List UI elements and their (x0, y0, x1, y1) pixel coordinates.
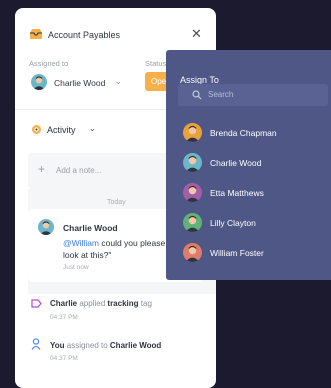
log-entry-tag: Charlie applied tracking tag (50, 299, 152, 308)
assignee-search-input[interactable]: Search (178, 84, 328, 106)
activity-icon (32, 125, 41, 134)
comment-author-avatar (38, 219, 54, 235)
inbox-icon (30, 29, 42, 39)
person-avatar (183, 183, 202, 202)
chevron-down-icon: ⌄ (115, 77, 122, 86)
assignee-avatar (31, 74, 47, 90)
person-name: Brenda Chapman (210, 128, 277, 138)
assigned-label: Assigned to (29, 59, 69, 68)
activity-title: Activity (47, 125, 76, 135)
assignee-option[interactable]: Charlie Wood (166, 149, 331, 179)
person-avatar (183, 213, 202, 232)
search-icon (192, 90, 202, 100)
log-time: 04:37 PM (50, 355, 78, 362)
person-name: Lilly Clayton (210, 218, 256, 228)
assignee-name: Charlie Wood (54, 78, 106, 88)
date-divider: Today (107, 199, 126, 206)
assignee-option[interactable]: Etta Matthews (166, 179, 331, 209)
assign-popover: Assign To Search Brenda Chapman Charlie W… (166, 50, 331, 280)
note-placeholder: Add a note... (56, 166, 102, 175)
person-name: William Foster (210, 248, 264, 258)
assignee-option[interactable]: William Foster (166, 239, 331, 269)
person-name: Charlie Wood (210, 158, 262, 168)
plus-icon: + (38, 162, 46, 176)
tag-icon (31, 299, 42, 308)
person-avatar (183, 243, 202, 262)
chevron-down-icon[interactable]: ⌄ (89, 124, 96, 133)
search-placeholder: Search (208, 90, 234, 99)
person-avatar (183, 123, 202, 142)
close-icon[interactable]: ✕ (191, 27, 202, 40)
comment-author: Charlie Wood (63, 223, 118, 233)
assignee-option[interactable]: Brenda Chapman (166, 119, 331, 149)
status-label: Status (145, 59, 167, 68)
mention-link[interactable]: @William (63, 238, 99, 248)
card-title: Account Payables (48, 30, 121, 40)
user-icon (31, 338, 41, 350)
comment-time: Just now (63, 264, 89, 271)
person-name: Etta Matthews (210, 188, 264, 198)
person-avatar (183, 153, 202, 172)
assignee-option[interactable]: Lilly Clayton (166, 209, 331, 239)
log-entry-assign: You assigned to Charlie Wood (50, 341, 162, 350)
log-time: 04:37 PM (50, 314, 78, 321)
